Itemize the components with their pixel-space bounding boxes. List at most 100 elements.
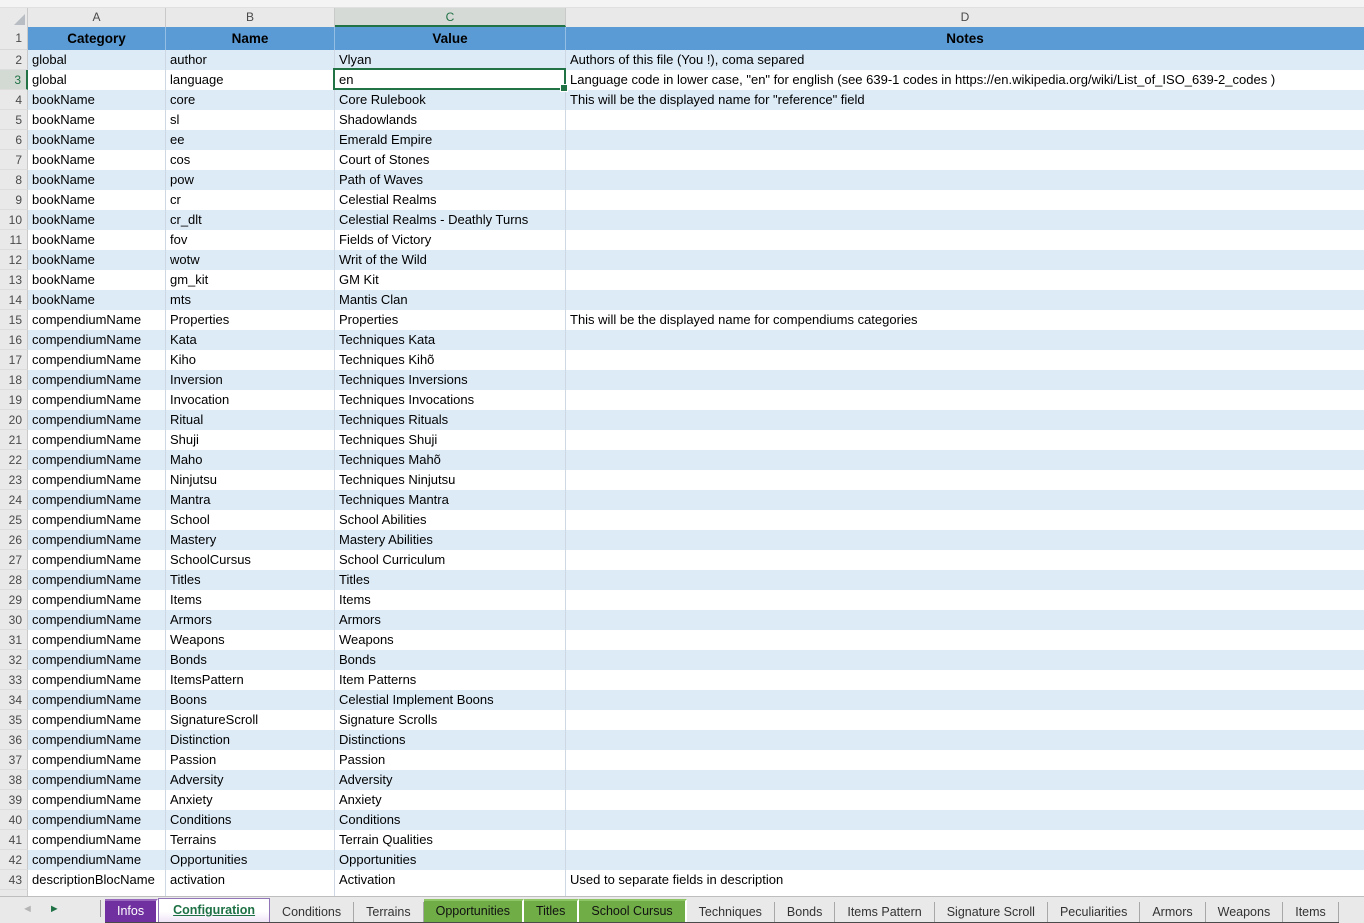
row-header-6[interactable]: 6 xyxy=(0,130,28,150)
row-header-11[interactable]: 11 xyxy=(0,230,28,250)
cell-D22[interactable] xyxy=(566,450,1364,470)
cell-B9[interactable]: cr xyxy=(166,190,335,210)
row-header-8[interactable]: 8 xyxy=(0,170,28,190)
cell-A10[interactable]: bookName xyxy=(28,210,166,230)
cell-D42[interactable] xyxy=(566,850,1364,870)
cell-A22[interactable]: compendiumName xyxy=(28,450,166,470)
cell-A18[interactable]: compendiumName xyxy=(28,370,166,390)
cell-C15[interactable]: Properties xyxy=(335,310,566,330)
cell-D14[interactable] xyxy=(566,290,1364,310)
cell-C25[interactable]: School Abilities xyxy=(335,510,566,530)
row-header-29[interactable]: 29 xyxy=(0,590,28,610)
cell-C14[interactable]: Mantis Clan xyxy=(335,290,566,310)
row-header-15[interactable]: 15 xyxy=(0,310,28,330)
cell-A26[interactable]: compendiumName xyxy=(28,530,166,550)
cell-B40[interactable]: Conditions xyxy=(166,810,335,830)
row-header-26[interactable]: 26 xyxy=(0,530,28,550)
cell-B13[interactable]: gm_kit xyxy=(166,270,335,290)
cell-C42[interactable]: Opportunities xyxy=(335,850,566,870)
cell-C33[interactable]: Item Patterns xyxy=(335,670,566,690)
cell-A4[interactable]: bookName xyxy=(28,90,166,110)
cell-C7[interactable]: Court of Stones xyxy=(335,150,566,170)
row-header-7[interactable]: 7 xyxy=(0,150,28,170)
cell-B7[interactable]: cos xyxy=(166,150,335,170)
row-header-31[interactable]: 31 xyxy=(0,630,28,650)
cell-B11[interactable]: fov xyxy=(166,230,335,250)
row-header-3[interactable]: 3 xyxy=(0,70,28,90)
cell-A34[interactable]: compendiumName xyxy=(28,690,166,710)
cell-C16[interactable]: Techniques Kata xyxy=(335,330,566,350)
cell-B37[interactable]: Passion xyxy=(166,750,335,770)
header-cell-name[interactable]: Name xyxy=(166,27,335,50)
row-header-25[interactable]: 25 xyxy=(0,510,28,530)
cell-C27[interactable]: School Curriculum xyxy=(335,550,566,570)
row-header-1[interactable]: 1 xyxy=(0,27,28,50)
cell-D43[interactable]: Used to separate fields in description xyxy=(566,870,1364,890)
cell-D9[interactable] xyxy=(566,190,1364,210)
cell-D27[interactable] xyxy=(566,550,1364,570)
row-header-9[interactable]: 9 xyxy=(0,190,28,210)
row-header-28[interactable]: 28 xyxy=(0,570,28,590)
cell-A2[interactable]: global xyxy=(28,50,166,70)
cell-C22[interactable]: Techniques Mahõ xyxy=(335,450,566,470)
cell-B22[interactable]: Maho xyxy=(166,450,335,470)
cell-C3[interactable]: en xyxy=(335,70,566,90)
cell-A15[interactable]: compendiumName xyxy=(28,310,166,330)
cell-B6[interactable]: ee xyxy=(166,130,335,150)
row-header-41[interactable]: 41 xyxy=(0,830,28,850)
cell-B25[interactable]: School xyxy=(166,510,335,530)
sheet-tab-techniques[interactable]: Techniques xyxy=(687,902,775,922)
sheet-tab-armors[interactable]: Armors xyxy=(1140,902,1205,922)
cell-A23[interactable]: compendiumName xyxy=(28,470,166,490)
row-header-39[interactable]: 39 xyxy=(0,790,28,810)
cell-C18[interactable]: Techniques Inversions xyxy=(335,370,566,390)
cell-B5[interactable]: sl xyxy=(166,110,335,130)
cell-D4[interactable]: This will be the displayed name for "ref… xyxy=(566,90,1364,110)
cell-C23[interactable]: Techniques Ninjutsu xyxy=(335,470,566,490)
cell-D34[interactable] xyxy=(566,690,1364,710)
cell-C28[interactable]: Titles xyxy=(335,570,566,590)
cell-B16[interactable]: Kata xyxy=(166,330,335,350)
cell-C31[interactable]: Weapons xyxy=(335,630,566,650)
cell-D23[interactable] xyxy=(566,470,1364,490)
cell-A29[interactable]: compendiumName xyxy=(28,590,166,610)
cell-C19[interactable]: Techniques Invocations xyxy=(335,390,566,410)
cell-B14[interactable]: mts xyxy=(166,290,335,310)
cell-D7[interactable] xyxy=(566,150,1364,170)
select-all-corner[interactable] xyxy=(0,8,28,27)
cell-A28[interactable]: compendiumName xyxy=(28,570,166,590)
row-header-43[interactable]: 43 xyxy=(0,870,28,890)
cell-B3[interactable]: language xyxy=(166,70,335,90)
cell-C41[interactable]: Terrain Qualities xyxy=(335,830,566,850)
cell-C21[interactable]: Techniques Shuji xyxy=(335,430,566,450)
cell-C39[interactable]: Anxiety xyxy=(335,790,566,810)
cell-C37[interactable]: Passion xyxy=(335,750,566,770)
cell-B32[interactable]: Bonds xyxy=(166,650,335,670)
cell-A16[interactable]: compendiumName xyxy=(28,330,166,350)
row-header-24[interactable]: 24 xyxy=(0,490,28,510)
header-cell-category[interactable]: Category xyxy=(28,27,166,50)
sheet-tab-configuration[interactable]: Configuration xyxy=(158,898,270,922)
cell-C6[interactable]: Emerald Empire xyxy=(335,130,566,150)
cell-D30[interactable] xyxy=(566,610,1364,630)
cell-C12[interactable]: Writ of the Wild xyxy=(335,250,566,270)
column-header-B[interactable]: B xyxy=(166,8,335,27)
cell-B35[interactable]: SignatureScroll xyxy=(166,710,335,730)
cell-D10[interactable] xyxy=(566,210,1364,230)
cell-A38[interactable]: compendiumName xyxy=(28,770,166,790)
cell-A43[interactable]: descriptionBlocName xyxy=(28,870,166,890)
cell-C30[interactable]: Armors xyxy=(335,610,566,630)
cell-B29[interactable]: Items xyxy=(166,590,335,610)
row-header-22[interactable]: 22 xyxy=(0,450,28,470)
row-header-34[interactable]: 34 xyxy=(0,690,28,710)
cell-B21[interactable]: Shuji xyxy=(166,430,335,450)
cell-D13[interactable] xyxy=(566,270,1364,290)
row-header-18[interactable]: 18 xyxy=(0,370,28,390)
column-header-C[interactable]: C xyxy=(335,8,566,27)
cell-C10[interactable]: Celestial Realms - Deathly Turns xyxy=(335,210,566,230)
cell-B27[interactable]: SchoolCursus xyxy=(166,550,335,570)
row-header-13[interactable]: 13 xyxy=(0,270,28,290)
cell-B12[interactable]: wotw xyxy=(166,250,335,270)
cell-D37[interactable] xyxy=(566,750,1364,770)
cell-D11[interactable] xyxy=(566,230,1364,250)
